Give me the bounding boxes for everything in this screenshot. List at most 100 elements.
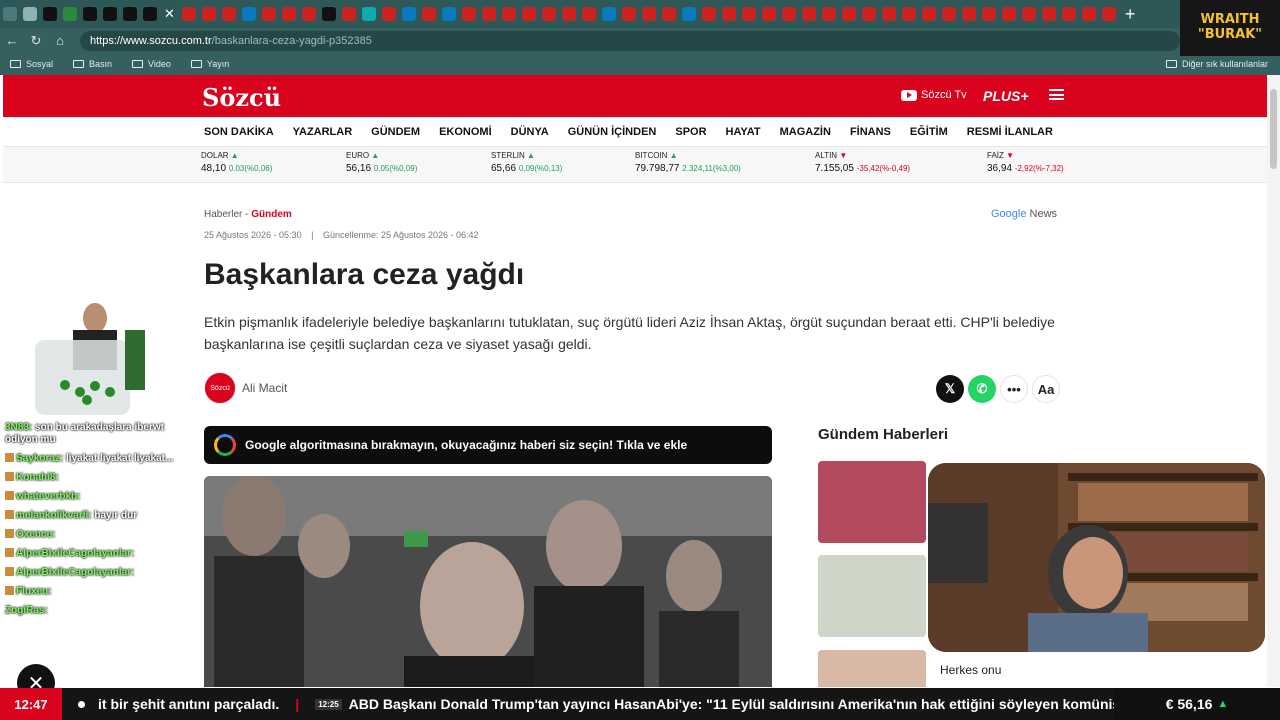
- partial-headline[interactable]: Herkes onu: [928, 652, 1038, 688]
- tab-favicon[interactable]: [921, 7, 936, 21]
- author[interactable]: Sözcü Ali Macit: [204, 372, 287, 404]
- tab-close-icon[interactable]: ✕: [164, 6, 175, 22]
- tab-favicon[interactable]: [581, 7, 596, 21]
- ticker-item[interactable]: ABD Başkanı Donald Trump'tan yayıncı Has…: [349, 696, 1114, 712]
- tab-favicon[interactable]: [261, 7, 276, 21]
- nav-item[interactable]: FİNANS: [850, 126, 891, 138]
- ticker-item[interactable]: it bir şehit anıtını parçaladı.: [98, 696, 279, 712]
- tab-favicon[interactable]: [601, 7, 616, 21]
- home-icon[interactable]: ⌂: [48, 33, 72, 48]
- bookmark-folder[interactable]: Basın: [73, 59, 112, 69]
- tab-favicon[interactable]: [63, 7, 77, 21]
- other-bookmarks[interactable]: Diğer sık kullanılanlar: [1165, 59, 1268, 69]
- reload-icon[interactable]: ↻: [24, 33, 48, 49]
- tab-favicon[interactable]: [701, 7, 716, 21]
- tab-favicon[interactable]: [1081, 7, 1096, 21]
- tab-favicon[interactable]: [941, 7, 956, 21]
- market-item[interactable]: STERLIN ▲ 65,66 0,09(%0,13): [491, 151, 562, 174]
- tab-favicon[interactable]: [1001, 7, 1016, 21]
- menu-icon[interactable]: [1049, 89, 1064, 100]
- market-item[interactable]: DOLAR ▲ 48,10 0.03(%0,06): [201, 151, 272, 174]
- nav-item[interactable]: MAGAZİN: [780, 126, 831, 138]
- tab-favicon[interactable]: [83, 7, 97, 21]
- tab-favicon[interactable]: [321, 7, 336, 21]
- tab-favicon[interactable]: [103, 7, 117, 21]
- sozcu-tv-link[interactable]: Sözcü Tv: [901, 89, 967, 101]
- tab-favicon[interactable]: [381, 7, 396, 21]
- tab-favicon[interactable]: [841, 7, 856, 21]
- nav-item[interactable]: RESMİ İLANLAR: [967, 126, 1053, 138]
- nav-item[interactable]: EĞİTİM: [910, 126, 948, 138]
- tab-favicon[interactable]: [741, 7, 756, 21]
- market-item[interactable]: FAİZ ▼ 36,94 -2,92(%-7,32): [987, 151, 1064, 174]
- whatsapp-share-icon[interactable]: ✆: [968, 375, 996, 403]
- tab-favicon[interactable]: [1101, 7, 1116, 21]
- tab-favicon[interactable]: [461, 7, 476, 21]
- market-item[interactable]: EURO ▲ 56,16 0.05(%0,09): [346, 151, 417, 174]
- tab-favicon[interactable]: [761, 7, 776, 21]
- tab-favicon[interactable]: [821, 7, 836, 21]
- nav-item[interactable]: YAZARLAR: [293, 126, 353, 138]
- tab-favicon[interactable]: [861, 7, 876, 21]
- tab-favicon[interactable]: [123, 7, 137, 21]
- market-item[interactable]: BITCOIN ▲ 79.798,77 2.324,11(%3,00): [635, 151, 741, 174]
- google-news-link[interactable]: Google News: [991, 208, 1057, 220]
- tab-favicon[interactable]: [781, 7, 796, 21]
- tab-favicon[interactable]: [501, 7, 516, 21]
- tab-favicon[interactable]: [421, 7, 436, 21]
- back-icon[interactable]: ←: [0, 33, 24, 48]
- tab-favicon[interactable]: [1041, 7, 1056, 21]
- breadcrumb-root[interactable]: Haberler -: [204, 209, 248, 220]
- bookmark-folder[interactable]: Video: [132, 59, 171, 69]
- tab-favicon[interactable]: [23, 7, 37, 21]
- new-tab-icon[interactable]: +: [1125, 4, 1136, 25]
- bookmark-folder[interactable]: Yayın: [190, 59, 229, 69]
- tab-favicon[interactable]: [521, 7, 536, 21]
- more-options-icon[interactable]: •••: [1000, 375, 1028, 403]
- plus-link[interactable]: PLUS+: [983, 88, 1029, 104]
- news-thumbnail[interactable]: [818, 650, 926, 687]
- tab-favicon[interactable]: [43, 7, 57, 21]
- nav-item[interactable]: SPOR: [675, 126, 706, 138]
- tab-favicon[interactable]: [621, 7, 636, 21]
- tab-favicon[interactable]: [143, 7, 157, 21]
- tab-favicon[interactable]: [241, 7, 256, 21]
- tab-favicon[interactable]: [901, 7, 916, 21]
- tab-favicon[interactable]: [361, 7, 376, 21]
- page-scrollbar[interactable]: [1267, 75, 1280, 687]
- news-thumbnail[interactable]: [818, 555, 926, 637]
- address-bar[interactable]: https://www.sozcu.com.tr/baskanlara-ceza…: [80, 30, 1180, 51]
- tab-favicon[interactable]: [1061, 7, 1076, 21]
- market-item[interactable]: ALTIN ▼ 7.155,05 -35,42(%-0,49): [815, 151, 910, 174]
- bookmark-folder[interactable]: Sosyal: [10, 59, 53, 69]
- tab-favicon[interactable]: [481, 7, 496, 21]
- tab-favicon[interactable]: [281, 7, 296, 21]
- tab-favicon[interactable]: [801, 7, 816, 21]
- nav-item[interactable]: GÜNDEM: [371, 126, 420, 138]
- nav-item[interactable]: EKONOMİ: [439, 126, 492, 138]
- nav-item[interactable]: SON DAKİKA: [204, 126, 274, 138]
- tab-favicon[interactable]: [181, 7, 196, 21]
- nav-item[interactable]: HAYAT: [726, 126, 761, 138]
- tab-favicon[interactable]: [721, 7, 736, 21]
- tab-favicon[interactable]: [221, 7, 236, 21]
- news-thumbnail[interactable]: [818, 461, 926, 543]
- tab-favicon[interactable]: [541, 7, 556, 21]
- font-size-button[interactable]: Aa: [1032, 375, 1060, 403]
- tab-favicon[interactable]: [681, 7, 696, 21]
- tab-favicon[interactable]: [301, 7, 316, 21]
- tab-favicon[interactable]: [641, 7, 656, 21]
- breadcrumb-category[interactable]: Gündem: [251, 209, 292, 220]
- tab-favicon[interactable]: [961, 7, 976, 21]
- tab-favicon[interactable]: [981, 7, 996, 21]
- tab-favicon[interactable]: [561, 7, 576, 21]
- scrollbar-thumb[interactable]: [1270, 89, 1277, 169]
- nav-item[interactable]: GÜNÜN İÇİNDEN: [568, 126, 657, 138]
- nav-item[interactable]: DÜNYA: [511, 126, 549, 138]
- site-logo[interactable]: Sözcü: [202, 83, 281, 112]
- tab-favicon[interactable]: [1021, 7, 1036, 21]
- tab-favicon[interactable]: [401, 7, 416, 21]
- tab-favicon[interactable]: [441, 7, 456, 21]
- tab-favicon[interactable]: [201, 7, 216, 21]
- google-follow-banner[interactable]: Google algoritmasına bırakmayın, okuyaca…: [204, 426, 772, 464]
